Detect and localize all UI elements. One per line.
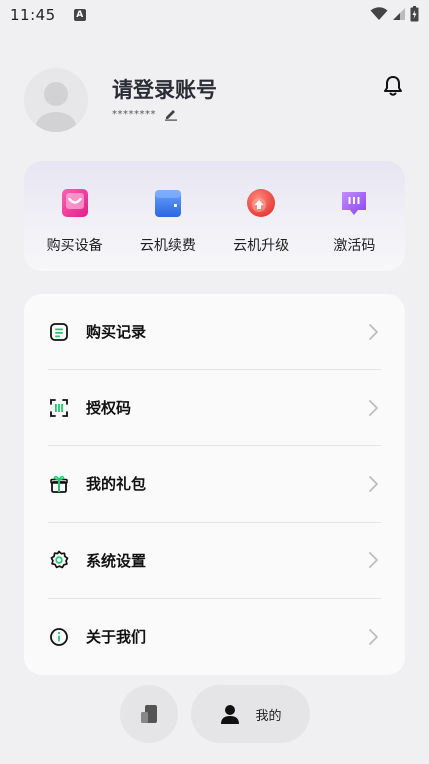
chevron-right-icon xyxy=(369,399,378,416)
default-avatar-icon xyxy=(36,82,76,132)
menu-item-purchase-records[interactable]: 购买记录 xyxy=(48,294,381,371)
chevron-right-icon xyxy=(369,552,378,569)
account-row: ******** xyxy=(112,107,178,121)
shopping-bag-icon xyxy=(61,189,88,217)
menu-item-label: 授权码 xyxy=(86,399,132,418)
info-icon xyxy=(50,627,68,646)
chevron-right-icon xyxy=(369,323,378,340)
avatar[interactable] xyxy=(24,68,88,132)
masked-account: ******** xyxy=(112,108,156,120)
menu-item-label: 购买记录 xyxy=(86,323,147,342)
login-prompt[interactable]: 请登录账号 xyxy=(112,74,217,104)
quick-action-activation-code[interactable]: 激活码 xyxy=(309,161,399,271)
wifi-icon xyxy=(370,7,388,20)
status-time: 11:45 xyxy=(10,6,56,24)
menu-item-about-us[interactable]: 关于我们 xyxy=(48,599,381,675)
upgrade-icon xyxy=(247,189,276,217)
quick-action-label: 云机续费 xyxy=(139,238,196,254)
chevron-right-icon xyxy=(369,628,378,645)
quick-action-cloud-upgrade[interactable]: 云机升级 xyxy=(216,161,306,271)
chevron-right-icon xyxy=(369,476,378,492)
quick-action-cloud-renew[interactable]: 云机续费 xyxy=(123,161,213,271)
quick-action-buy-device[interactable]: 购买设备 xyxy=(30,161,120,271)
auth-code-icon xyxy=(50,398,68,417)
status-bar: 11:45 A xyxy=(0,0,429,30)
status-icons xyxy=(370,6,419,22)
signal-icon xyxy=(393,8,405,20)
nav-mine-label: 我的 xyxy=(255,708,282,724)
user-icon xyxy=(221,705,240,724)
menu-item-label: 关于我们 xyxy=(86,628,147,647)
menu-item-my-gift[interactable]: 我的礼包 xyxy=(48,446,381,523)
activation-code-icon xyxy=(342,192,367,215)
purchase-record-icon xyxy=(50,322,68,341)
menu-item-label: 系统设置 xyxy=(86,551,147,570)
quick-actions-card: 购买设备 云机续费 云机升级 激活码 xyxy=(24,161,405,271)
quick-action-label: 购买设备 xyxy=(46,238,103,254)
bell-icon[interactable] xyxy=(381,74,405,98)
profile-page: 11:45 A 请登录账号 ******** 购买设备 云机续费 云机升级 激活… xyxy=(0,0,429,764)
menu-item-label: 我的礼包 xyxy=(86,475,147,494)
menu-item-system-settings[interactable]: 系统设置 xyxy=(48,523,381,599)
cloud-card-icon xyxy=(154,190,181,217)
edit-icon[interactable] xyxy=(164,107,178,121)
gift-icon xyxy=(50,475,68,493)
notification-a-icon: A xyxy=(73,9,86,21)
nav-mine-tab[interactable]: 我的 xyxy=(191,685,310,743)
menu-card: 购买记录 授权码 我的礼包 系统设置 关于我们 xyxy=(24,294,405,675)
quick-action-label: 激活码 xyxy=(333,238,376,254)
battery-charging-icon xyxy=(410,6,419,22)
settings-icon xyxy=(50,550,69,569)
menu-item-auth-code[interactable]: 授权码 xyxy=(48,370,381,447)
device-icon xyxy=(141,705,157,723)
quick-action-label: 云机升级 xyxy=(233,238,290,254)
nav-home-tab[interactable] xyxy=(120,685,178,743)
